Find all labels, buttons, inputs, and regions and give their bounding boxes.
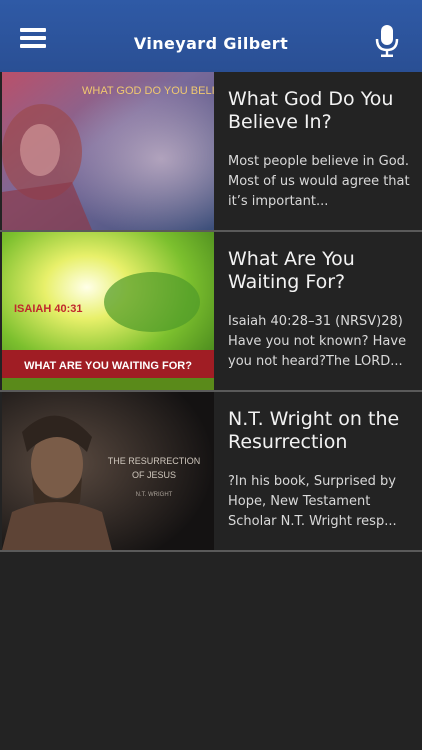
sermon-title: What Are You Waiting For? [228, 248, 355, 293]
sermon-description: ?In his book, Surprised by Hope, New Tes… [228, 474, 397, 529]
thumbnail-caption: WHAT GOD DO YOU BELIEVE IN? [82, 85, 214, 97]
navigation-bar: Vineyard Gilbert [0, 0, 422, 73]
list-item[interactable]: THE RESURRECTION OF JESUS N.T. WRIGHT N.… [0, 392, 422, 552]
microphone-icon[interactable] [374, 24, 400, 58]
sermon-title: What God Do You Believe In? [228, 88, 394, 133]
sermon-description: Isaiah 40:28–31 (NRSV)28) Have you not k… [228, 314, 407, 369]
sermon-title: N.T. Wright on the Resurrection [228, 408, 400, 453]
list-item[interactable]: WHAT GOD DO YOU BELIEVE IN? What God Do … [0, 72, 422, 232]
sermon-thumbnail: WHAT GOD DO YOU BELIEVE IN? [2, 72, 214, 230]
thumbnail-caption: ISAIAH 40:31 [14, 303, 82, 315]
sermon-thumbnail: ISAIAH 40:31 WHAT ARE YOU WAITING FOR? [2, 232, 214, 390]
sermon-description: Most people believe in God. Most of us w… [228, 154, 410, 209]
app-screen: Vineyard Gilbert WHAT GOD DO YOU BELI Wh… [0, 0, 422, 750]
app-title: Vineyard Gilbert [133, 34, 289, 53]
hamburger-menu-icon[interactable] [18, 22, 54, 52]
list-item[interactable]: ISAIAH 40:31 WHAT ARE YOU WAITING FOR? W… [0, 232, 422, 392]
thumbnail-caption: THE RESURRECTION [108, 456, 201, 466]
thumbnail-banner: WHAT ARE YOU WAITING FOR? [24, 360, 192, 372]
sermon-thumbnail: THE RESURRECTION OF JESUS N.T. WRIGHT [2, 392, 214, 550]
sermon-list: WHAT GOD DO YOU BELIEVE IN? What God Do … [0, 72, 422, 552]
thumbnail-caption-2: OF JESUS [132, 470, 176, 480]
thumbnail-author: N.T. WRIGHT [136, 492, 173, 498]
